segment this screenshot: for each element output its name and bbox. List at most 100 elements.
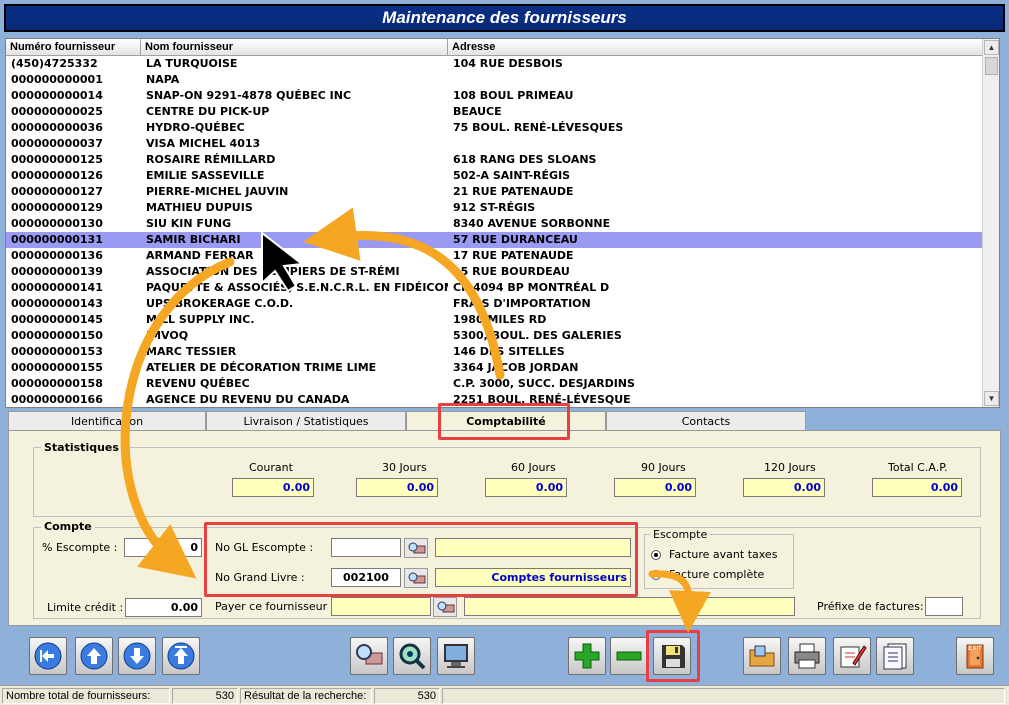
table-row[interactable]: 000000000136 ARMAND FERRAR 17 RUE PATENAUD… [6, 248, 984, 264]
save-button[interactable] [653, 637, 691, 675]
cell-number: 000000000143 [11, 297, 103, 310]
stat-value-courant: 0.00 [232, 478, 314, 497]
status-total-value: 530 [172, 688, 238, 704]
table-row[interactable]: 000000000145 MILL SUPPLY INC. 1980 MILES R… [6, 312, 984, 328]
scroll-down-icon[interactable]: ▼ [984, 391, 999, 406]
first-record-button[interactable] [29, 637, 67, 675]
display-button[interactable] [437, 637, 475, 675]
cell-number: (450)4725332 [11, 57, 98, 70]
lookup-icon [408, 572, 426, 584]
cell-address: 21 RUE PATENAUDE [453, 185, 574, 198]
cell-number: 000000000166 [11, 393, 103, 406]
stat-value-60: 0.00 [485, 478, 567, 497]
table-row[interactable]: 000000000014 SNAP-ON 9291-4878 QUÉBEC INC… [6, 88, 984, 104]
table-row[interactable]: 000000000150 JMVOQ 5300, BOUL. DES GALERIE… [6, 328, 984, 344]
last-record-button[interactable] [162, 637, 200, 675]
lookup-icon [437, 601, 455, 613]
radio-facture-avant-taxes[interactable] [651, 550, 661, 560]
grand-livre-input[interactable]: 002100 [331, 568, 401, 587]
account-title: Compte [41, 520, 95, 533]
cell-name: SIU KIN FUNG [146, 217, 232, 230]
cell-address: C.P. 3000, SUCC. DESJARDINS [453, 377, 635, 390]
edit-note-button[interactable] [833, 637, 871, 675]
table-row[interactable]: 000000000158 REVENU QUÉBEC C.P. 3000, SUCC… [6, 376, 984, 392]
scroll-thumb[interactable] [985, 57, 998, 75]
column-header-number[interactable]: Numéro fournisseur [6, 39, 141, 56]
radio-label-avant-taxes[interactable]: Facture avant taxes [669, 548, 777, 561]
edit-note-icon [840, 645, 867, 668]
exit-label: EXIT [968, 646, 982, 652]
table-row[interactable]: 000000000001 NAPA [6, 72, 984, 88]
payer-lookup-button[interactable] [433, 597, 457, 617]
grand-livre-lookup-button[interactable] [404, 568, 428, 588]
delete-button[interactable] [610, 637, 648, 675]
table-row[interactable]: 000000000153 MARC TESSIER 146 DES SITELLES [6, 344, 984, 360]
cell-address: FRAIS D'IMPORTATION [453, 297, 591, 310]
table-row[interactable]: 000000000125 ROSAIRE RÉMILLARD 618 RANG DE… [6, 152, 984, 168]
exit-icon: EXIT [966, 644, 984, 669]
display-icon [444, 644, 468, 668]
table-row[interactable]: 000000000143 UPS BROKERAGE C.O.D. FRAIS D'… [6, 296, 984, 312]
table-row[interactable]: 000000000037 VISA MICHEL 4013 [6, 136, 984, 152]
cell-address: 75 BOUL. RENÉ-LÉVESQUES [453, 121, 624, 134]
table-row[interactable]: 000000000131 SAMIR BICHARI 57 RUE DURANCEA… [6, 232, 984, 248]
cell-number: 000000000155 [11, 361, 103, 374]
supplier-grid[interactable]: Numéro fournisseur Nom fournisseur Adres… [5, 38, 1000, 408]
gl-escompte-lookup-button[interactable] [404, 538, 428, 558]
prefix-input[interactable] [925, 597, 963, 616]
open-folder-button[interactable] [743, 637, 781, 675]
table-row[interactable]: 000000000036 HYDRO-QUÉBEC 75 BOUL. RENÉ-LÉ… [6, 120, 984, 136]
scroll-up-icon[interactable]: ▲ [984, 40, 999, 55]
add-button[interactable] [568, 637, 606, 675]
radio-label-complete[interactable]: Facture complète [669, 568, 764, 581]
credit-limit-label: Limite crédit : [47, 601, 124, 614]
table-row[interactable]: 000000000127 PIERRE-MICHEL JAUVIN 21 RUE P… [6, 184, 984, 200]
cell-name: SNAP-ON 9291-4878 QUÉBEC INC [146, 89, 352, 102]
cell-number: 000000000036 [11, 121, 103, 134]
gl-escompte-input[interactable] [331, 538, 401, 557]
cell-address: 3364 JACOB JORDAN [453, 361, 579, 374]
search-icon [356, 644, 383, 665]
escompte-percent-input[interactable]: 0 [124, 538, 202, 557]
table-row[interactable]: 000000000129 MATHIEU DUPUIS 912 ST-RÉGIS [6, 200, 984, 216]
table-row[interactable]: 000000000139 ASSOCIATION DES POMPIERS DE … [6, 264, 984, 280]
search-button[interactable] [350, 637, 388, 675]
table-row[interactable]: 000000000130 SIU KIN FUNG 8340 AVENUE SORB… [6, 216, 984, 232]
vertical-scrollbar[interactable]: ▲ ▼ [982, 39, 999, 407]
report-button[interactable] [876, 637, 914, 675]
cell-address: BEAUCE [453, 105, 502, 118]
radio-facture-complete[interactable] [651, 570, 661, 580]
table-row[interactable]: 000000000126 EMILIE SASSEVILLE 502-A SAINT… [6, 168, 984, 184]
window-title: Maintenance des fournisseurs [4, 4, 1005, 32]
table-row[interactable]: 000000000155 ATELIER DE DÉCORATION TRIME … [6, 360, 984, 376]
cell-address: 104 RUE DESBOIS [453, 57, 563, 70]
prefix-label: Préfixe de factures: [817, 600, 924, 613]
table-row[interactable]: 000000000141 PAQUETTE & ASSOCIÉS, S.E.N.C… [6, 280, 984, 296]
previous-record-button[interactable] [75, 637, 113, 675]
credit-limit-input[interactable]: 0.00 [125, 598, 202, 617]
status-total-label: Nombre total de fournisseurs: [2, 688, 170, 704]
table-row[interactable]: (450)4725332 LA TURQUOISE 104 RUE DESBOIS [6, 56, 984, 72]
cell-name: ASSOCIATION DES POMPIERS DE ST-RÉMI [146, 265, 400, 278]
zoom-search-button[interactable] [393, 637, 431, 675]
table-row[interactable]: 000000000166 AGENCE DU REVENU DU CANADA 22… [6, 392, 984, 407]
cell-name: ATELIER DE DÉCORATION TRIME LIME [146, 361, 377, 374]
payer-input[interactable] [331, 597, 431, 616]
column-header-name[interactable]: Nom fournisseur [141, 39, 448, 56]
tab-livraison-statistiques[interactable]: Livraison / Statistiques [206, 411, 406, 431]
table-row[interactable]: 000000000025 CENTRE DU PICK-UP BEAUCE [6, 104, 984, 120]
tab-comptabilite[interactable]: Comptabilité [406, 411, 606, 431]
next-record-button[interactable] [118, 637, 156, 675]
status-result-value: 530 [374, 688, 440, 704]
cell-number: 000000000153 [11, 345, 103, 358]
print-button[interactable] [788, 637, 826, 675]
tab-identification[interactable]: Identification [8, 411, 206, 431]
column-header-address[interactable]: Adresse [448, 39, 984, 56]
exit-button[interactable]: EXIT [956, 637, 994, 675]
cell-name: MARC TESSIER [146, 345, 237, 358]
comptabilite-panel: Statistiques Courant 0.00 30 Jours 0.00 … [8, 430, 1001, 626]
tab-contacts[interactable]: Contacts [606, 411, 806, 431]
delete-icon [616, 651, 642, 661]
cell-address: CP 4094 BP MONTRÉAL D [453, 281, 610, 294]
cell-name: LA TURQUOISE [146, 57, 238, 70]
